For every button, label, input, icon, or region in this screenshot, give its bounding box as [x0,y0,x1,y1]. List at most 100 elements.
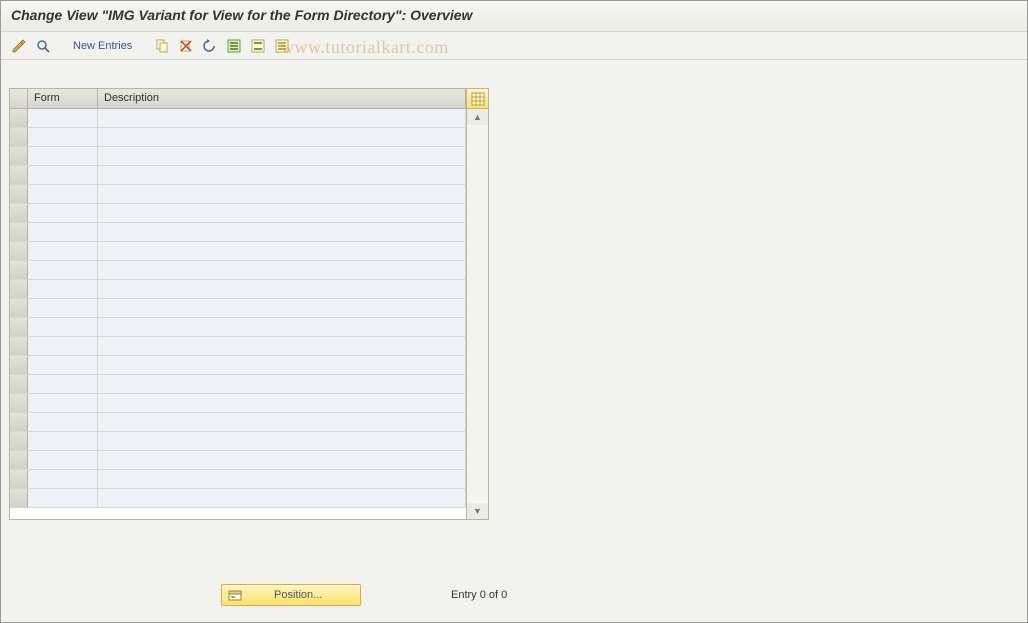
row-selector[interactable] [10,356,28,374]
cell-description[interactable] [98,280,466,298]
cell-form[interactable] [28,432,98,450]
scroll-down-button[interactable]: ▼ [467,503,488,519]
cell-description[interactable] [98,109,466,127]
cell-description[interactable] [98,413,466,431]
table-row [10,280,466,299]
cell-description[interactable] [98,223,466,241]
row-selector[interactable] [10,242,28,260]
row-selector[interactable] [10,413,28,431]
cell-form[interactable] [28,337,98,355]
row-selector[interactable] [10,451,28,469]
cell-description[interactable] [98,147,466,165]
position-button[interactable]: Position... [221,584,361,606]
cell-description[interactable] [98,337,466,355]
column-header-form[interactable]: Form [28,89,98,108]
cell-description[interactable] [98,432,466,450]
table-row [10,356,466,375]
cell-description[interactable] [98,261,466,279]
row-selector[interactable] [10,109,28,127]
undo-icon[interactable] [200,36,220,56]
row-selector[interactable] [10,147,28,165]
cell-form[interactable] [28,261,98,279]
cell-description[interactable] [98,394,466,412]
cell-form[interactable] [28,280,98,298]
cell-description[interactable] [98,185,466,203]
scroll-up-button[interactable]: ▲ [467,109,488,125]
cell-form[interactable] [28,166,98,184]
table-row [10,318,466,337]
row-selector[interactable] [10,432,28,450]
table-row [10,109,466,128]
deselect-all-icon[interactable] [272,36,292,56]
cell-form[interactable] [28,489,98,507]
cell-form[interactable] [28,204,98,222]
table-row [10,185,466,204]
row-selector[interactable] [10,470,28,488]
copy-icon[interactable] [152,36,172,56]
cell-description[interactable] [98,356,466,374]
cell-description[interactable] [98,470,466,488]
cell-form[interactable] [28,318,98,336]
title-bar: Change View "IMG Variant for View for th… [1,1,1027,32]
table-row [10,375,466,394]
content-area: Form Description ▲ ▼ [1,60,1027,528]
table-settings-button[interactable] [467,89,488,109]
delete-icon[interactable] [176,36,196,56]
cell-form[interactable] [28,394,98,412]
row-selector[interactable] [10,299,28,317]
row-selector[interactable] [10,261,28,279]
select-all-icon[interactable] [224,36,244,56]
scrollbar-track[interactable] [467,125,488,503]
cell-form[interactable] [28,470,98,488]
table-row [10,337,466,356]
table-row [10,261,466,280]
cell-form[interactable] [28,109,98,127]
row-selector[interactable] [10,394,28,412]
cell-form[interactable] [28,223,98,241]
cell-description[interactable] [98,166,466,184]
new-entries-button[interactable]: New Entries [65,36,140,56]
row-selector[interactable] [10,375,28,393]
grid-side: ▲ ▼ [466,89,488,519]
entry-status: Entry 0 of 0 [451,589,507,601]
table-row [10,489,466,508]
cell-description[interactable] [98,128,466,146]
cell-form[interactable] [28,185,98,203]
change-icon[interactable] [9,36,29,56]
table-row [10,432,466,451]
cell-description[interactable] [98,489,466,507]
cell-form[interactable] [28,299,98,317]
row-selector[interactable] [10,204,28,222]
table-row [10,299,466,318]
cell-description[interactable] [98,318,466,336]
row-selector[interactable] [10,185,28,203]
cell-form[interactable] [28,147,98,165]
row-selector[interactable] [10,280,28,298]
row-selector-header[interactable] [10,89,28,108]
row-selector[interactable] [10,166,28,184]
cell-description[interactable] [98,242,466,260]
footer: Position... Entry 0 of 0 [1,578,1027,612]
row-selector[interactable] [10,223,28,241]
table-settings-icon [471,92,485,106]
cell-form[interactable] [28,128,98,146]
details-icon[interactable] [33,36,53,56]
row-selector[interactable] [10,128,28,146]
cell-form[interactable] [28,242,98,260]
cell-description[interactable] [98,204,466,222]
cell-form[interactable] [28,356,98,374]
row-selector[interactable] [10,337,28,355]
select-block-icon[interactable] [248,36,268,56]
cell-form[interactable] [28,375,98,393]
row-selector[interactable] [10,318,28,336]
cell-description[interactable] [98,375,466,393]
cell-form[interactable] [28,413,98,431]
cell-description[interactable] [98,451,466,469]
row-selector[interactable] [10,489,28,507]
cell-form[interactable] [28,451,98,469]
page-title: Change View "IMG Variant for View for th… [11,7,1017,23]
cell-description[interactable] [98,299,466,317]
column-header-description[interactable]: Description [98,89,466,108]
data-grid: Form Description ▲ ▼ [9,88,489,520]
table-row [10,147,466,166]
